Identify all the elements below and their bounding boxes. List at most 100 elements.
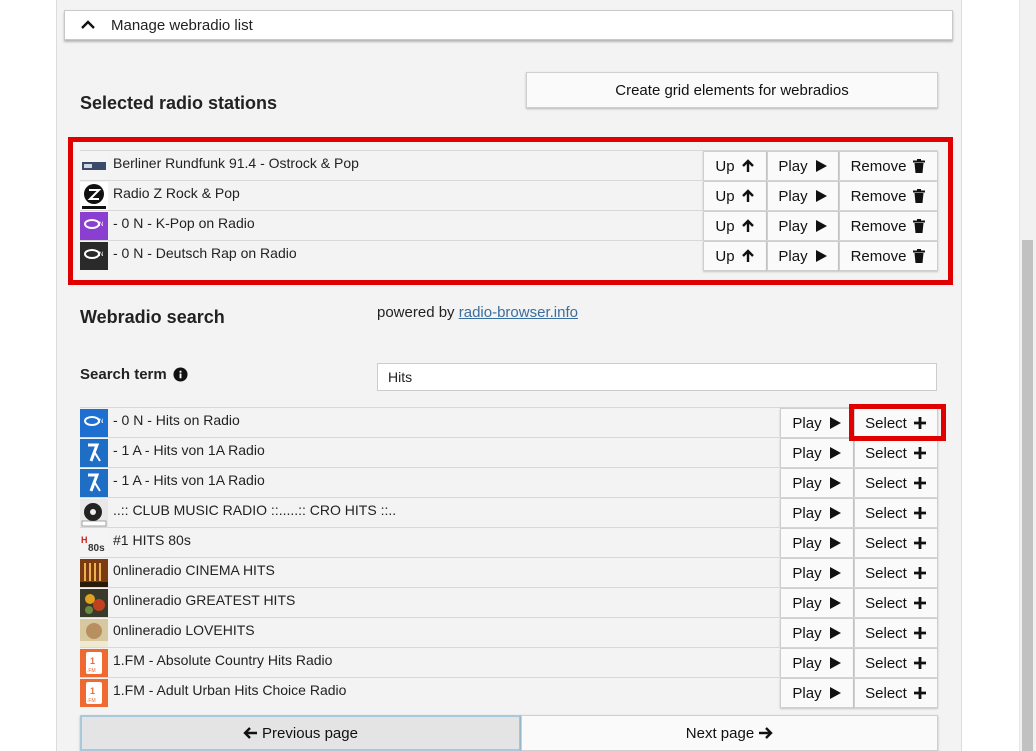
chevron-up-icon <box>81 20 95 29</box>
result-name: 1.FM - Absolute Country Hits Radio <box>113 652 333 668</box>
search-result-row: 0nlineradio CINEMA HITS Play Select <box>80 557 938 588</box>
station-name: - 0 N - K-Pop on Radio <box>113 215 255 231</box>
arrow-up-icon <box>741 249 754 262</box>
play-button[interactable]: Play <box>780 618 854 648</box>
play-button[interactable]: Play <box>780 588 854 618</box>
play-button[interactable]: Play <box>780 528 854 558</box>
play-label: Play <box>778 247 808 265</box>
move-up-button[interactable]: Up <box>703 241 767 271</box>
up-label: Up <box>715 187 735 205</box>
select-button[interactable]: Select <box>854 468 938 498</box>
play-button[interactable]: Play <box>780 408 854 438</box>
play-icon <box>829 657 841 669</box>
plus-icon <box>913 687 926 699</box>
search-result-row: 0nlineradio GREATEST HITS Play Select <box>80 587 938 618</box>
play-button[interactable]: Play <box>767 181 839 211</box>
select-button[interactable]: Select <box>854 648 938 678</box>
remove-button[interactable]: Remove <box>839 151 938 181</box>
play-label: Play <box>792 504 822 522</box>
search-result-row: N - 0 N - Hits on Radio Play Select <box>80 407 938 438</box>
up-label: Up <box>715 247 735 265</box>
select-label: Select <box>865 444 907 462</box>
select-label: Select <box>865 624 907 642</box>
radio-browser-link[interactable]: radio-browser.info <box>459 304 578 321</box>
play-button[interactable]: Play <box>767 211 839 241</box>
accordion-header[interactable]: Manage webradio list <box>64 10 953 40</box>
plus-icon <box>913 537 926 549</box>
svg-text:N: N <box>99 222 103 228</box>
1a-hits-logo <box>80 439 108 467</box>
move-up-button[interactable]: Up <box>703 211 767 241</box>
remove-button[interactable]: Remove <box>839 241 938 271</box>
play-button[interactable]: Play <box>780 558 854 588</box>
play-button[interactable]: Play <box>780 678 854 708</box>
search-input[interactable] <box>377 363 937 391</box>
result-name: 0nlineradio GREATEST HITS <box>113 592 296 608</box>
select-button[interactable]: Select <box>854 558 938 588</box>
search-result-row: ..:: CLUB MUSIC RADIO ::.....:: CRO HITS… <box>80 497 938 528</box>
move-up-button[interactable]: Up <box>703 151 767 181</box>
remove-label: Remove <box>850 247 907 265</box>
hits-80s-logo: H80s <box>80 529 108 557</box>
page-margin <box>0 0 56 751</box>
play-label: Play <box>778 217 808 235</box>
svg-text:1: 1 <box>90 686 95 696</box>
svg-text:N: N <box>99 252 103 258</box>
select-label: Select <box>865 414 907 432</box>
select-button[interactable]: Select <box>854 528 938 558</box>
search-term-label: Search term <box>80 366 188 383</box>
scrollbar-thumb[interactable] <box>1022 240 1033 751</box>
select-button[interactable]: Select <box>854 438 938 468</box>
plus-icon <box>913 447 926 459</box>
play-label: Play <box>792 624 822 642</box>
svg-text:80s: 80s <box>88 543 105 554</box>
play-button[interactable]: Play <box>780 468 854 498</box>
play-button[interactable]: Play <box>780 498 854 528</box>
select-button[interactable]: Select <box>854 408 938 438</box>
play-label: Play <box>792 564 822 582</box>
search-result-row: 1 .FM 1.FM - Adult Urban Hits Choice Radio… <box>80 677 938 708</box>
create-grid-button[interactable]: Create grid elements for webradios <box>526 72 938 108</box>
1fm-logo: 1 .FM <box>80 649 108 677</box>
svg-text:H: H <box>81 535 88 545</box>
plus-icon <box>913 597 926 609</box>
arrow-left-icon <box>243 727 258 739</box>
play-button[interactable]: Play <box>780 438 854 468</box>
play-label: Play <box>792 414 822 432</box>
select-label: Select <box>865 684 907 702</box>
play-button[interactable]: Play <box>767 151 839 181</box>
svg-text:1: 1 <box>90 656 95 666</box>
previous-page-button[interactable]: Previous page <box>80 715 521 751</box>
play-label: Play <box>778 187 808 205</box>
play-icon <box>829 507 841 519</box>
play-icon <box>815 250 827 262</box>
play-button[interactable]: Play <box>780 648 854 678</box>
select-button[interactable]: Select <box>854 588 938 618</box>
select-button[interactable]: Select <box>854 678 938 708</box>
next-page-button[interactable]: Next page <box>521 715 938 751</box>
cinema-hits-logo <box>80 559 108 587</box>
search-result-row: - 1 A - Hits von 1A Radio Play Select <box>80 467 938 498</box>
info-icon[interactable] <box>173 367 188 382</box>
select-button[interactable]: Select <box>854 618 938 648</box>
search-result-row: H 80s #1 HITS 80s Play Select <box>80 527 938 558</box>
play-icon <box>829 597 841 609</box>
radio-z-logo <box>80 182 108 210</box>
up-label: Up <box>715 217 735 235</box>
remove-button[interactable]: Remove <box>839 181 938 211</box>
arrow-up-icon <box>741 159 754 172</box>
selected-station-row: N - 0 N - K-Pop on Radio Up Play Remove <box>80 210 938 241</box>
select-label: Select <box>865 594 907 612</box>
plus-icon <box>913 417 926 429</box>
play-label: Play <box>792 684 822 702</box>
play-label: Play <box>778 157 808 175</box>
station-name: Berliner Rundfunk 91.4 - Ostrock & Pop <box>113 155 359 171</box>
remove-button[interactable]: Remove <box>839 211 938 241</box>
play-button[interactable]: Play <box>767 241 839 271</box>
svg-text:.FM: .FM <box>87 668 96 674</box>
move-up-button[interactable]: Up <box>703 181 767 211</box>
select-button[interactable]: Select <box>854 498 938 528</box>
remove-label: Remove <box>850 217 907 235</box>
result-name: 1.FM - Adult Urban Hits Choice Radio <box>113 682 347 698</box>
search-result-row: 1 .FM 1.FM - Absolute Country Hits Radio Pl… <box>80 647 938 678</box>
